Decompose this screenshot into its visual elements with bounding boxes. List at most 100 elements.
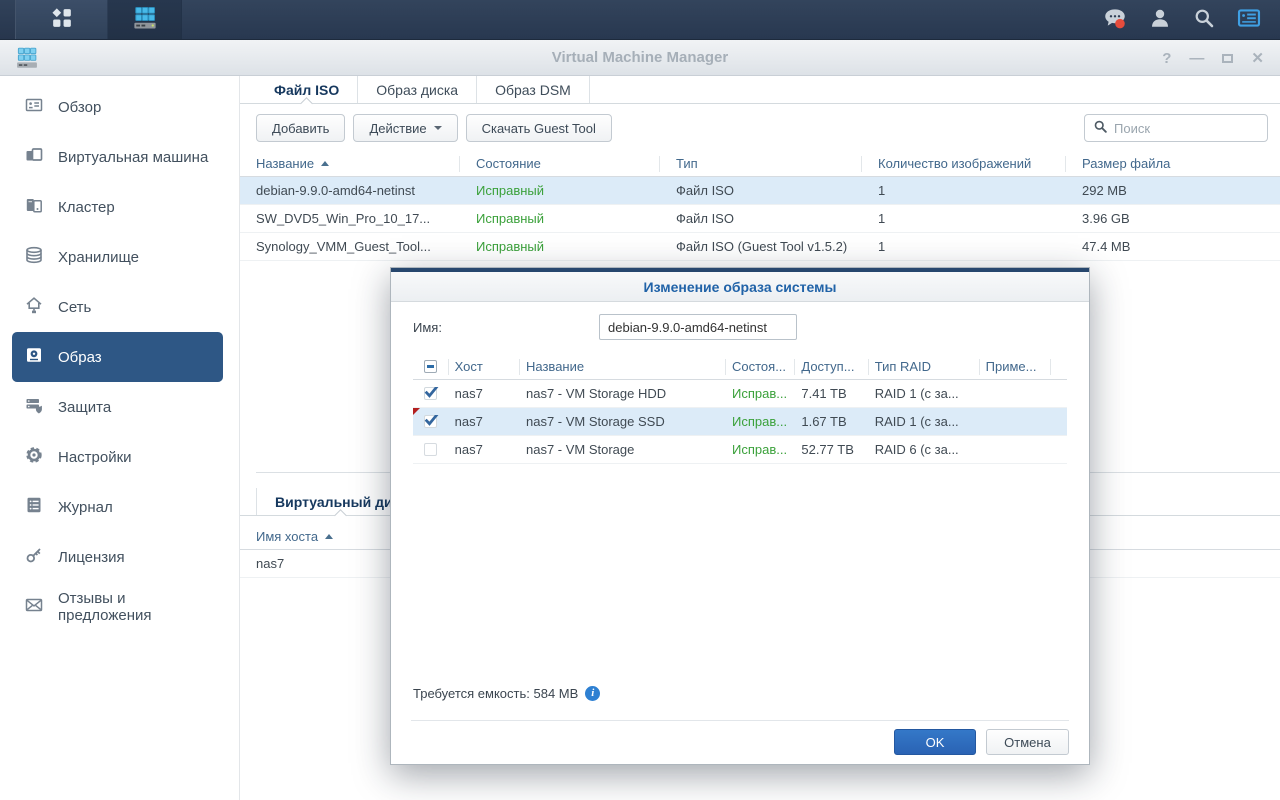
select-all-cell [413, 359, 449, 375]
status-badge: Исправ... [726, 386, 795, 401]
cluster-icon [24, 195, 44, 219]
info-icon[interactable]: i [585, 686, 600, 701]
main-menu-button[interactable] [16, 0, 108, 39]
close-button[interactable]: ✕ [1251, 51, 1264, 66]
column-header-raid-type[interactable]: Тип RAID [869, 359, 980, 375]
chevron-down-icon [434, 126, 442, 130]
download-guest-tool-button[interactable]: Скачать Guest Tool [466, 114, 612, 142]
vmm-taskbar-button[interactable] [108, 0, 182, 39]
window-title: Virtual Machine Manager [0, 40, 1280, 76]
storage-row[interactable]: nas7 nas7 - VM Storage HDD Исправ... 7.4… [413, 380, 1067, 408]
column-header-available[interactable]: Доступ... [795, 359, 868, 375]
search-input[interactable] [1114, 121, 1259, 136]
search-icon [1192, 6, 1216, 33]
column-header-type[interactable]: Тип [660, 156, 862, 172]
column-header-status[interactable]: Состоя... [726, 359, 795, 375]
overview-icon [24, 95, 44, 119]
sidebar-item-network[interactable]: Сеть [12, 282, 223, 332]
column-header-name[interactable]: Название [520, 359, 726, 375]
log-icon [24, 495, 44, 519]
column-header-host[interactable]: Хост [449, 359, 520, 375]
main-menu-icon [49, 5, 75, 34]
checkbox-unchecked[interactable] [424, 443, 437, 456]
checkbox-checked[interactable] [424, 387, 437, 400]
sidebar-item-cluster[interactable]: Кластер [12, 182, 223, 232]
search-icon [1093, 119, 1108, 137]
add-button[interactable]: Добавить [256, 114, 345, 142]
required-capacity: Требуется емкость: 584 MB i [413, 686, 600, 701]
maximize-button[interactable] [1222, 54, 1233, 63]
sidebar-item-protection[interactable]: Защита [12, 382, 223, 432]
notifications-button[interactable] [1102, 5, 1128, 34]
sort-ascending-icon [321, 161, 329, 166]
column-header-file-size[interactable]: Размер файла [1066, 156, 1280, 172]
vmm-app-icon [130, 3, 160, 36]
dialog-body: Имя: Хост Название Состоя... Доступ... [391, 314, 1089, 464]
sidebar-item-label: Образ [58, 349, 102, 366]
sidebar-item-label: Отзывы и предложения [58, 590, 223, 624]
action-dropdown-button[interactable]: Действие [353, 114, 457, 142]
taskbar-edge [0, 0, 16, 39]
virtual-machine-icon [24, 145, 44, 169]
storage-row[interactable]: nas7 nas7 - VM Storage SSD Исправ... 1.6… [413, 408, 1067, 436]
sidebar-item-label: Настройки [58, 449, 132, 466]
status-badge: Исправный [460, 239, 660, 254]
tab-iso-file[interactable]: Файл ISO [256, 76, 358, 103]
sidebar-item-label: Сеть [58, 299, 91, 316]
column-header-status[interactable]: Состояние [460, 156, 660, 172]
toolbar: Добавить Действие Скачать Guest Tool [240, 104, 1280, 151]
name-label: Имя: [413, 320, 599, 335]
sidebar-item-label: Защита [58, 399, 111, 416]
search-button[interactable] [1192, 6, 1216, 33]
tab-disk-image[interactable]: Образ диска [358, 76, 477, 103]
table-row[interactable]: Synology_VMM_Guest_Tool... Исправный Фай… [240, 233, 1280, 261]
storage-row[interactable]: nas7 nas7 - VM Storage Исправ... 52.77 T… [413, 436, 1067, 464]
protection-icon [24, 395, 44, 419]
table-row[interactable]: debian-9.9.0-amd64-netinst Исправный Фай… [240, 177, 1280, 205]
sidebar-item-storage[interactable]: Хранилище [12, 232, 223, 282]
taskbar [0, 0, 1280, 40]
status-badge: Исправный [460, 211, 660, 226]
widgets-panel-icon [1236, 5, 1262, 34]
window-titlebar: Virtual Machine Manager ? — ✕ [0, 40, 1280, 76]
checkbox-checked[interactable] [424, 415, 437, 428]
sidebar-item-label: Лицензия [58, 549, 125, 566]
sidebar-item-log[interactable]: Журнал [12, 482, 223, 532]
select-all-checkbox[interactable] [424, 360, 437, 373]
sort-ascending-icon [325, 534, 333, 539]
sidebar-item-label: Журнал [58, 499, 113, 516]
active-tab-notch [334, 509, 347, 522]
search-field[interactable] [1084, 114, 1268, 142]
minimize-button[interactable]: — [1189, 51, 1204, 66]
column-header-note[interactable]: Приме... [980, 359, 1051, 375]
sidebar-item-label: Хранилище [58, 249, 139, 266]
feedback-envelope-icon [24, 595, 44, 619]
widgets-button[interactable] [1236, 5, 1262, 34]
user-menu-button[interactable] [1148, 6, 1172, 33]
sidebar-item-image[interactable]: Образ [12, 332, 223, 382]
sidebar-item-label: Обзор [58, 99, 101, 116]
sidebar-item-feedback[interactable]: Отзывы и предложения [12, 582, 223, 632]
taskbar-tray [1102, 0, 1280, 39]
iso-table-header: Название Состояние Тип Количество изобра… [240, 151, 1280, 177]
chat-notification-icon [1102, 5, 1128, 34]
help-button[interactable]: ? [1162, 51, 1171, 66]
tab-dsm-image[interactable]: Образ DSM [477, 76, 590, 103]
cancel-button[interactable]: Отмена [986, 729, 1069, 755]
storage-table-header: Хост Название Состоя... Доступ... Тип RA… [413, 354, 1067, 380]
ok-button[interactable]: OK [894, 729, 976, 755]
status-badge: Исправ... [726, 442, 795, 457]
sidebar-item-license[interactable]: Лицензия [12, 532, 223, 582]
sidebar-item-settings[interactable]: Настройки [12, 432, 223, 482]
sidebar-item-virtual-machine[interactable]: Виртуальная машина [12, 132, 223, 182]
column-header-name[interactable]: Название [240, 156, 460, 172]
status-badge: Исправный [460, 183, 660, 198]
edit-system-image-dialog: Изменение образа системы Имя: Хост Назва… [390, 267, 1090, 765]
user-icon [1148, 6, 1172, 33]
column-header-image-count[interactable]: Количество изображений [862, 156, 1066, 172]
table-row[interactable]: SW_DVD5_Win_Pro_10_17... Исправный Файл … [240, 205, 1280, 233]
status-badge: Исправ... [726, 414, 795, 429]
sidebar-item-overview[interactable]: Обзор [12, 82, 223, 132]
image-name-input[interactable] [599, 314, 797, 340]
storage-table: Хост Название Состоя... Доступ... Тип RA… [413, 354, 1067, 464]
